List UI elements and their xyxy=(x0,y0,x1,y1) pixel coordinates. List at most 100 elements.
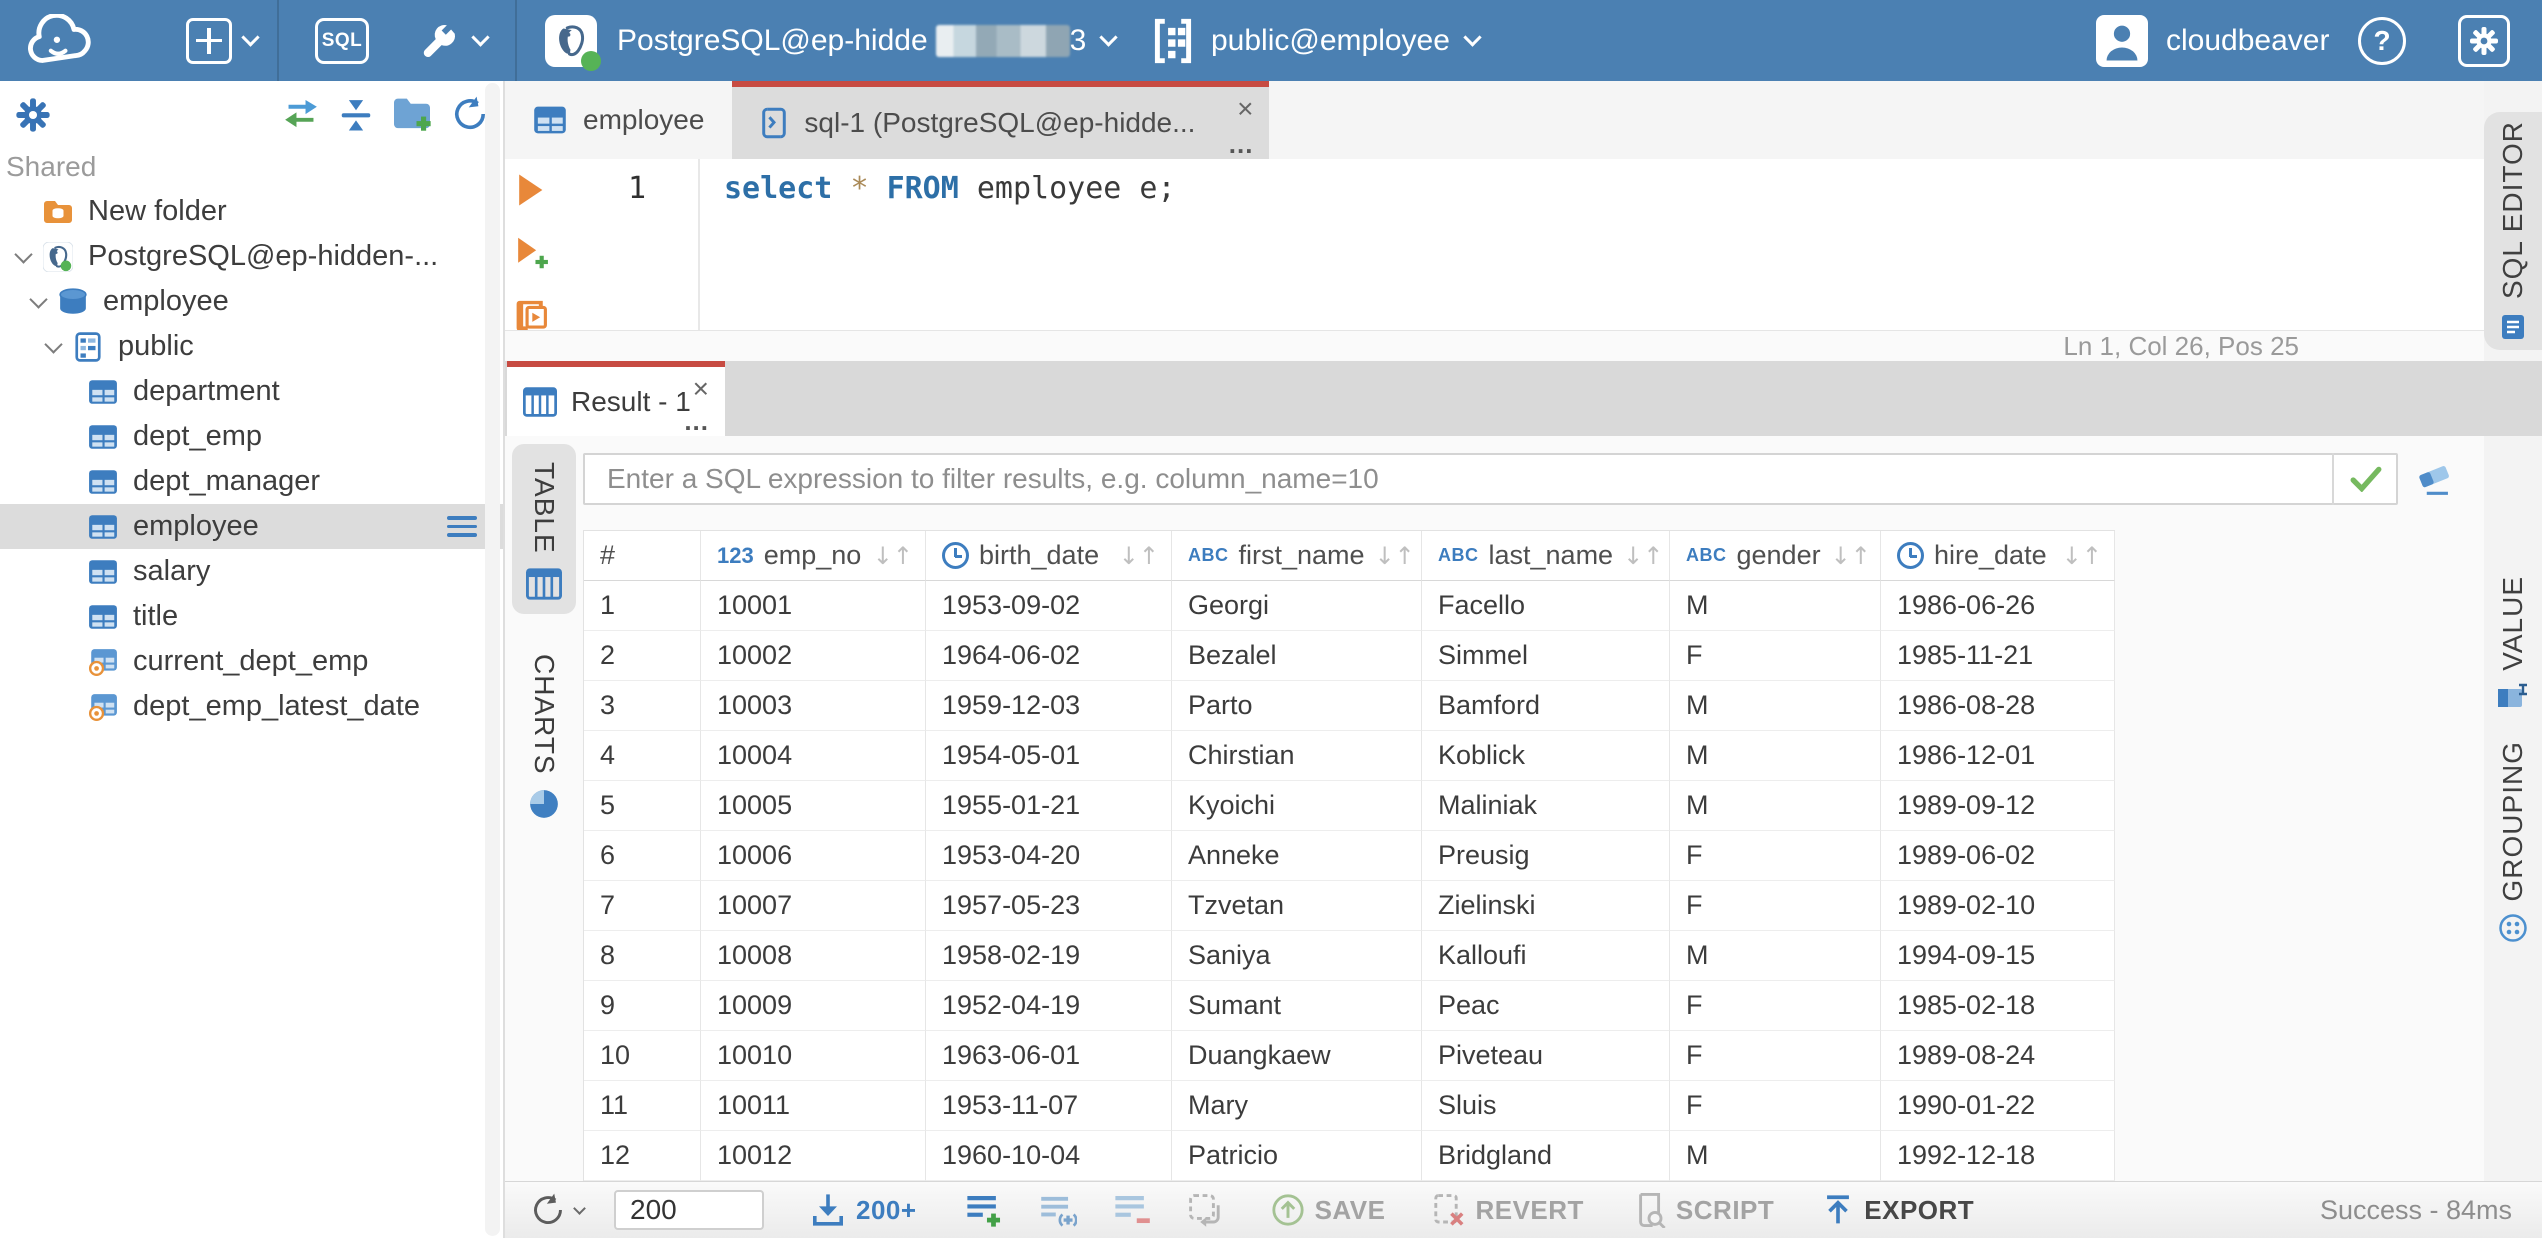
row-number-cell[interactable]: 1 xyxy=(584,581,701,631)
cell-birth_date[interactable]: 1964-06-02 xyxy=(926,631,1172,681)
cell-emp_no[interactable]: 10009 xyxy=(701,981,926,1031)
tree-item-PostgreSQL-ep-hidden--[interactable]: PostgreSQL@ep-hidden-... xyxy=(0,234,503,279)
script-button[interactable]: SCRIPT xyxy=(1632,1192,1774,1228)
sql-code-line[interactable]: select * FROM employee e; xyxy=(724,171,1176,206)
cell-first_name[interactable]: Chirstian xyxy=(1172,731,1422,781)
row-number-cell[interactable]: 4 xyxy=(584,731,701,781)
cell-last_name[interactable]: Kalloufi xyxy=(1422,931,1670,981)
cell-emp_no[interactable]: 10010 xyxy=(701,1031,926,1081)
column-header-emp_no[interactable]: 123 emp_no ↓↑ xyxy=(701,531,926,581)
sidebar-scrollbar[interactable] xyxy=(485,83,500,1236)
cell-first_name[interactable]: Duangkaew xyxy=(1172,1031,1422,1081)
result-grid[interactable]: #123 emp_no ↓↑ birth_date ↓↑ ABC first_name ↓↑ A… xyxy=(583,530,2115,1181)
cell-hire_date[interactable]: 1986-06-26 xyxy=(1881,581,2115,631)
cell-last_name[interactable]: Bridgland xyxy=(1422,1131,1670,1181)
cell-first_name[interactable]: Saniya xyxy=(1172,931,1422,981)
cell-birth_date[interactable]: 1963-06-01 xyxy=(926,1031,1172,1081)
tab-sql-1[interactable]: sql-1 (PostgreSQL@ep-hidde... × ... xyxy=(732,81,1270,159)
cell-gender[interactable]: F xyxy=(1670,1031,1881,1081)
cloudbeaver-logo[interactable] xyxy=(24,13,102,68)
cell-last_name[interactable]: Koblick xyxy=(1422,731,1670,781)
row-number-cell[interactable]: 12 xyxy=(584,1131,701,1181)
chevron-down-icon[interactable] xyxy=(23,285,57,319)
tree-item-employee[interactable]: employee xyxy=(0,279,503,324)
row-number-cell[interactable]: 2 xyxy=(584,631,701,681)
tree-item-department[interactable]: department xyxy=(0,369,503,414)
cell-last_name[interactable]: Maliniak xyxy=(1422,781,1670,831)
tree-item-dept_manager[interactable]: dept_manager xyxy=(0,459,503,504)
cell-gender[interactable]: F xyxy=(1670,831,1881,881)
column-header-last_name[interactable]: ABC last_name ↓↑ xyxy=(1422,531,1670,581)
cell-first_name[interactable]: Mary xyxy=(1172,1081,1422,1131)
cell-first_name[interactable]: Sumant xyxy=(1172,981,1422,1031)
cell-last_name[interactable]: Facello xyxy=(1422,581,1670,631)
column-header-birth_date[interactable]: birth_date ↓↑ xyxy=(926,531,1172,581)
cell-last_name[interactable]: Zielinski xyxy=(1422,881,1670,931)
apply-filter-button[interactable] xyxy=(2332,453,2398,505)
cell-emp_no[interactable]: 10007 xyxy=(701,881,926,931)
cell-emp_no[interactable]: 10012 xyxy=(701,1131,926,1181)
row-number-cell[interactable]: 7 xyxy=(584,881,701,931)
cell-gender[interactable]: M xyxy=(1670,681,1881,731)
item-menu-icon[interactable] xyxy=(447,516,477,537)
execute-script-icon[interactable] xyxy=(514,297,548,331)
tab-more-icon[interactable]: ... xyxy=(684,409,709,434)
row-number-cell[interactable]: 11 xyxy=(584,1081,701,1131)
tab-charts-view[interactable]: CHARTS xyxy=(512,636,576,835)
cell-gender[interactable]: F xyxy=(1670,881,1881,931)
cell-hire_date[interactable]: 1985-11-21 xyxy=(1881,631,2115,681)
cell-emp_no[interactable]: 10011 xyxy=(701,1081,926,1131)
cell-birth_date[interactable]: 1955-01-21 xyxy=(926,781,1172,831)
tools-button[interactable] xyxy=(418,20,490,62)
sort-icon[interactable]: ↓↑ xyxy=(1831,542,1877,570)
row-number-cell[interactable]: 9 xyxy=(584,981,701,1031)
connection-selector[interactable]: PostgreSQL@ep-hidde 3 xyxy=(545,14,1119,71)
sidebar-settings-gear-icon[interactable] xyxy=(14,96,52,134)
cell-last_name[interactable]: Sluis xyxy=(1422,1081,1670,1131)
cell-birth_date[interactable]: 1953-04-20 xyxy=(926,831,1172,881)
open-sql-editor-button[interactable]: SQL xyxy=(315,17,369,64)
schema-selector[interactable]: public@employee xyxy=(1151,18,1482,64)
cell-gender[interactable]: M xyxy=(1670,931,1881,981)
export-button[interactable]: EXPORT xyxy=(1822,1193,1974,1227)
row-number-cell[interactable]: 6 xyxy=(584,831,701,881)
tree-item-dept_emp_latest_date[interactable]: dept_emp_latest_date xyxy=(0,684,503,729)
user-menu[interactable]: cloudbeaver xyxy=(2096,14,2329,67)
cell-hire_date[interactable]: 1989-08-24 xyxy=(1881,1031,2115,1081)
tab-table-view[interactable]: TABLE xyxy=(512,444,576,614)
collapse-all-icon[interactable] xyxy=(337,96,375,134)
link-with-editor-icon[interactable] xyxy=(281,96,321,130)
cell-birth_date[interactable]: 1953-09-02 xyxy=(926,581,1172,631)
tree-item-dept_emp[interactable]: dept_emp xyxy=(0,414,503,459)
cell-emp_no[interactable]: 10003 xyxy=(701,681,926,731)
cell-hire_date[interactable]: 1990-01-22 xyxy=(1881,1081,2115,1131)
cell-gender[interactable]: M xyxy=(1670,731,1881,781)
cell-hire_date[interactable]: 1986-08-28 xyxy=(1881,681,2115,731)
cell-first_name[interactable]: Georgi xyxy=(1172,581,1422,631)
tree-item-employee[interactable]: employee xyxy=(0,504,503,549)
cell-birth_date[interactable]: 1954-05-01 xyxy=(926,731,1172,781)
settings-button[interactable] xyxy=(2458,14,2510,67)
cell-last_name[interactable]: Peac xyxy=(1422,981,1670,1031)
cell-birth_date[interactable]: 1953-11-07 xyxy=(926,1081,1172,1131)
tree-item-title[interactable]: title xyxy=(0,594,503,639)
save-button[interactable]: SAVE xyxy=(1271,1193,1386,1227)
execute-new-tab-icon[interactable] xyxy=(514,235,550,271)
tab-sql-editor-vertical[interactable]: SQL EDITOR xyxy=(2484,112,2542,350)
row-number-cell[interactable]: 10 xyxy=(584,1031,701,1081)
sort-icon[interactable]: ↓↑ xyxy=(1375,542,1421,570)
cell-first_name[interactable]: Bezalel xyxy=(1172,631,1422,681)
cell-last_name[interactable]: Simmel xyxy=(1422,631,1670,681)
tree-item-salary[interactable]: salary xyxy=(0,549,503,594)
cell-gender[interactable]: F xyxy=(1670,1081,1881,1131)
close-icon[interactable]: × xyxy=(1237,95,1253,123)
cell-gender[interactable]: F xyxy=(1670,981,1881,1031)
sort-icon[interactable]: ↓↑ xyxy=(1623,542,1669,570)
cell-birth_date[interactable]: 1959-12-03 xyxy=(926,681,1172,731)
cell-birth_date[interactable]: 1960-10-04 xyxy=(926,1131,1172,1181)
delete-row-button[interactable] xyxy=(1113,1192,1151,1228)
cell-emp_no[interactable]: 10006 xyxy=(701,831,926,881)
cell-gender[interactable]: M xyxy=(1670,1131,1881,1181)
chevron-down-icon[interactable] xyxy=(38,330,72,364)
cell-hire_date[interactable]: 1986-12-01 xyxy=(1881,731,2115,781)
